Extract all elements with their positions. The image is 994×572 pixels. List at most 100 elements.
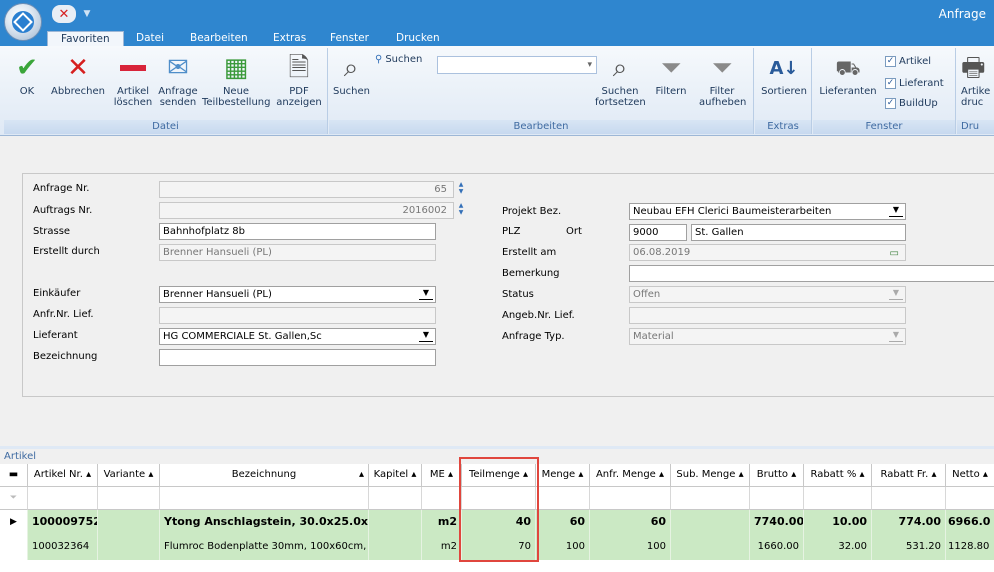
anfrage-nr-field[interactable]: 65 xyxy=(159,181,454,198)
chevron-down-icon[interactable]: ▼ xyxy=(889,289,903,300)
pdf-anzeigen-button[interactable]: 🗎 PDF anzeigen xyxy=(274,50,324,109)
chevron-down-icon[interactable]: ▼ xyxy=(419,289,433,300)
status-select[interactable]: Offen ▼ xyxy=(629,286,906,303)
erstellt-am-field[interactable]: 06.08.2019 ▭ xyxy=(629,244,906,261)
plz-label: PLZ xyxy=(502,226,521,237)
auftrags-nr-field[interactable]: 2016002 xyxy=(159,202,454,219)
cell-me: m2 xyxy=(422,535,462,560)
column-header-me[interactable]: ME ▴ xyxy=(422,464,462,487)
filtern-button[interactable]: ⏷ Filtern xyxy=(651,50,691,98)
filter-cell[interactable] xyxy=(160,487,369,510)
sort-icon: ▴ xyxy=(358,469,364,480)
binoculars-icon: ⌕ xyxy=(343,52,359,83)
chevron-down-icon[interactable]: ▼ xyxy=(419,331,433,342)
column-header-netto[interactable]: Netto ▴ xyxy=(946,464,994,487)
bemerkung-field[interactable] xyxy=(629,265,994,282)
tab-extras[interactable]: Extras xyxy=(273,31,306,46)
erstellt-durch-label: Erstellt durch xyxy=(33,246,100,257)
lieferanten-button[interactable]: ⛟ Lieferanten xyxy=(817,50,879,98)
suchen-fortsetzen-button[interactable]: ⌕ Suchen fortsetzen xyxy=(595,50,646,109)
calendar-icon[interactable]: ▭ xyxy=(890,246,899,260)
cell-menge: 100 xyxy=(536,535,590,560)
cell-netto: 6966.0 xyxy=(948,515,991,528)
neue-teilbestellung-button[interactable]: ▦ Neue Teilbestellung xyxy=(202,50,270,109)
close-quick-icon[interactable]: ✕ xyxy=(52,5,76,23)
lieferant-select[interactable]: HG COMMERCIALE St. Gallen,Sc ▼ xyxy=(159,328,436,345)
tab-bearbeiten[interactable]: Bearbeiten xyxy=(190,31,248,46)
auftrags-nr-spinner-icon[interactable]: ▲ ▼ xyxy=(455,202,467,218)
angeb-nr-lief-field[interactable] xyxy=(629,307,906,324)
suchen-small-button[interactable]: ⚲ Suchen xyxy=(375,54,422,65)
chevron-down-icon[interactable]: ▼ xyxy=(889,331,903,342)
anfrage-senden-button[interactable]: ✉ Anfrage senden xyxy=(156,50,200,109)
column-header-bezeichnung[interactable]: Bezeichnung ▴ xyxy=(160,464,369,487)
filter-aufheben-button[interactable]: ⏷ Filter aufheben xyxy=(699,50,746,109)
column-header-variante[interactable]: Variante ▴ xyxy=(98,464,160,487)
table-icon: ▦ xyxy=(223,52,249,83)
cell-brutto: 1660.00 xyxy=(750,535,804,560)
artikel-loeschen-button[interactable]: Artikel löschen xyxy=(112,50,154,108)
filter-cell[interactable] xyxy=(872,487,946,510)
column-header-brutto[interactable]: Brutto ▴ xyxy=(750,464,804,487)
funnel-icon: ⏷ xyxy=(660,52,682,83)
quick-access-dropdown-icon[interactable]: ▼ xyxy=(80,5,94,23)
group-label-datei: Datei xyxy=(4,120,327,134)
filter-cell[interactable] xyxy=(28,487,98,510)
send-icon: ✉ xyxy=(167,52,189,83)
strasse-label: Strasse xyxy=(33,226,71,237)
artikel-drucken-button[interactable]: 🖶 Artike druc xyxy=(961,50,994,109)
tab-favoriten[interactable]: Favoriten xyxy=(47,31,124,46)
filter-cell[interactable] xyxy=(369,487,422,510)
column-header-rabatt-pct[interactable]: Rabatt % ▴ xyxy=(804,464,872,487)
column-header-rabatt-fr[interactable]: Rabatt Fr. ▴ xyxy=(872,464,946,487)
row-selector-header[interactable]: ▬ xyxy=(0,464,28,487)
tab-datei[interactable]: Datei xyxy=(136,31,164,46)
strasse-field[interactable]: Bahnhofplatz 8b xyxy=(159,223,436,240)
auftrags-nr-label: Auftrags Nr. xyxy=(33,205,93,216)
anfr-nr-lief-field[interactable] xyxy=(159,307,436,324)
cell-anfr-menge: 100 xyxy=(590,535,671,560)
bezeichnung-field[interactable] xyxy=(159,349,436,366)
column-header-artikel-nr[interactable]: Artikel Nr. ▴ xyxy=(28,464,98,487)
artikel-checkbox[interactable]: ✓ Artikel xyxy=(885,56,931,67)
tab-fenster[interactable]: Fenster xyxy=(330,31,369,46)
tab-drucken[interactable]: Drucken xyxy=(396,31,440,46)
filter-cell[interactable] xyxy=(536,487,590,510)
filter-cell[interactable] xyxy=(671,487,750,510)
filter-cell[interactable] xyxy=(804,487,872,510)
filter-cell[interactable] xyxy=(946,487,994,510)
einkaeufer-select[interactable]: Brenner Hansueli (PL) ▼ xyxy=(159,286,436,303)
column-header-menge[interactable]: Menge ▴ xyxy=(536,464,590,487)
cell-kapitel xyxy=(369,535,422,560)
ok-button[interactable]: ✔ OK xyxy=(10,50,44,98)
lieferant-checkbox[interactable]: ✓ Lieferant xyxy=(885,78,944,89)
app-menu-orb-icon[interactable] xyxy=(4,3,42,41)
projekt-bez-select[interactable]: Neubau EFH Clerici Baumeisterarbeiten ▼ xyxy=(629,203,906,220)
einkaeufer-label: Einkäufer xyxy=(33,288,81,299)
ort-field[interactable]: St. Gallen xyxy=(691,224,906,241)
abbrechen-button[interactable]: ✕ Abbrechen xyxy=(48,50,108,98)
plz-field[interactable]: 9000 xyxy=(629,224,687,241)
filter-cell[interactable] xyxy=(590,487,671,510)
filter-cell[interactable] xyxy=(750,487,804,510)
chevron-down-icon[interactable]: ▼ xyxy=(889,206,903,217)
sortieren-button[interactable]: A↓ Sortieren xyxy=(759,50,809,97)
cell-rabatt-fr: 774.00 xyxy=(872,510,946,535)
filter-cell[interactable] xyxy=(98,487,160,510)
filter-row-icon[interactable]: ⏷ xyxy=(0,487,28,510)
checkbox-checked-icon: ✓ xyxy=(885,78,896,89)
buildup-checkbox[interactable]: ✓ BuildUp xyxy=(885,98,938,109)
group-label-fenster: Fenster xyxy=(813,120,955,134)
anfrage-typ-select[interactable]: Material ▼ xyxy=(629,328,906,345)
column-header-kapitel[interactable]: Kapitel ▴ xyxy=(369,464,422,487)
column-header-anfr-menge[interactable]: Anfr. Menge ▴ xyxy=(590,464,671,487)
window-title: Anfrage xyxy=(938,7,986,21)
bezeichnung-label: Bezeichnung xyxy=(33,351,98,362)
row-selector[interactable] xyxy=(0,535,28,560)
filter-cell[interactable] xyxy=(422,487,462,510)
search-combo[interactable]: ▾ xyxy=(437,56,597,74)
suchen-button[interactable]: ⌕ Suchen xyxy=(333,50,370,98)
anfrage-nr-spinner-icon[interactable]: ▲ ▼ xyxy=(455,181,467,197)
column-header-sub-menge[interactable]: Sub. Menge ▴ xyxy=(671,464,750,487)
cell-bezeichnung: Flumroc Bodenplatte 30mm, 100x60cm, 10 xyxy=(160,535,369,560)
